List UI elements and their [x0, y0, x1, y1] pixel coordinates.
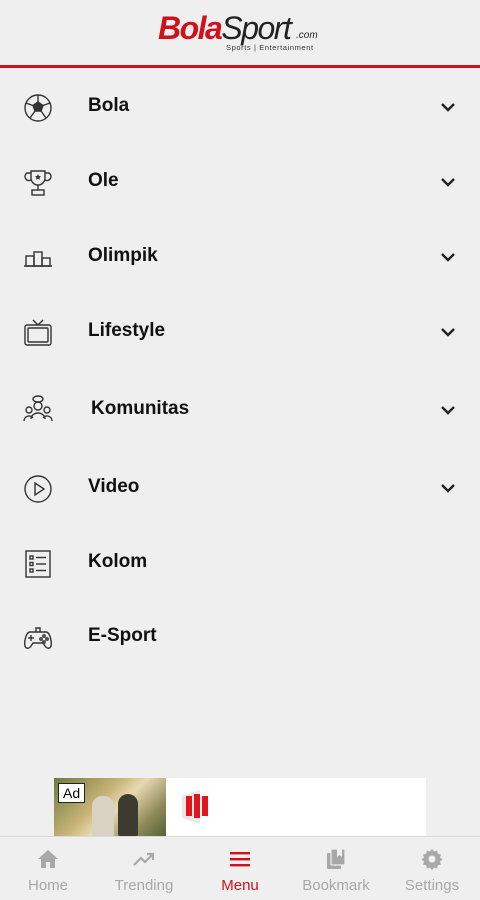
menu-item-label: Bola [88, 95, 130, 116]
bolasport-logo[interactable]: BolaSport .com Sports | Entertainment [158, 10, 328, 58]
nav-label: Settings [404, 877, 460, 894]
app-header: BolaSport .com Sports | Entertainment [0, 0, 480, 68]
chevron-down-icon[interactable] [438, 322, 458, 342]
ad-brand-icon [182, 790, 208, 824]
checklist-icon [21, 547, 55, 581]
soccer-ball-icon [21, 91, 55, 125]
menu-item-lifestyle[interactable]: Lifestyle [0, 302, 480, 362]
nav-label: Menu [221, 877, 259, 894]
community-icon [21, 394, 55, 428]
menu-item-bola[interactable]: Bola [0, 77, 480, 137]
menu-item-e-sport[interactable]: E-Sport [0, 607, 480, 667]
gamepad-icon [21, 621, 55, 655]
menu-item-label: Olimpik [88, 245, 158, 266]
nav-label: Home [27, 877, 68, 894]
logo-suffix: .com [296, 30, 318, 41]
trophy-icon [21, 166, 55, 200]
menu-item-video[interactable]: Video [0, 458, 480, 518]
logo-part1: Bola [158, 10, 223, 46]
menu-item-label: Ole [88, 170, 119, 191]
tv-icon [21, 316, 55, 350]
ad-tag: Ad [58, 783, 86, 803]
nav-label: Trending [114, 877, 174, 894]
podium-icon [21, 241, 55, 275]
nav-home[interactable]: Home [0, 837, 96, 900]
nav-bookmark[interactable]: Bookmark [288, 837, 384, 900]
home-icon [38, 850, 58, 868]
menu-item-label: Video [88, 476, 140, 497]
menu-item-ole[interactable]: Ole [0, 152, 480, 212]
settings-icon [421, 849, 443, 870]
chevron-down-icon[interactable] [438, 400, 458, 420]
logo-part2: Sport [221, 10, 291, 46]
menu-item-olimpik[interactable]: Olimpik [0, 227, 480, 287]
trending-icon [133, 852, 155, 866]
logo-wordmark: BolaSport [158, 10, 292, 46]
menu-item-komunitas[interactable]: Komunitas [0, 380, 480, 440]
chevron-down-icon[interactable] [438, 97, 458, 117]
nav-menu[interactable]: Menu [192, 837, 288, 900]
menu-icon [230, 852, 250, 867]
chevron-down-icon[interactable] [438, 478, 458, 498]
nav-settings[interactable]: Settings [384, 837, 480, 900]
menu-item-label: Lifestyle [88, 320, 166, 341]
bottom-navigation: Home Trending Menu Bookmark Settings [0, 836, 480, 900]
menu-item-label: E-Sport [88, 625, 157, 646]
chevron-down-icon[interactable] [438, 172, 458, 192]
menu-item-label: Komunitas [91, 398, 190, 419]
nav-trending[interactable]: Trending [96, 837, 192, 900]
chevron-down-icon[interactable] [438, 247, 458, 267]
ad-banner[interactable]: Ad [54, 778, 426, 836]
menu-item-kolom[interactable]: Kolom [0, 533, 480, 593]
menu-item-label: Kolom [88, 551, 148, 572]
play-circle-icon [21, 472, 55, 506]
bookmark-icon [327, 848, 346, 869]
logo-tagline: Sports | Entertainment [226, 43, 314, 52]
nav-label: Bookmark [302, 877, 370, 894]
